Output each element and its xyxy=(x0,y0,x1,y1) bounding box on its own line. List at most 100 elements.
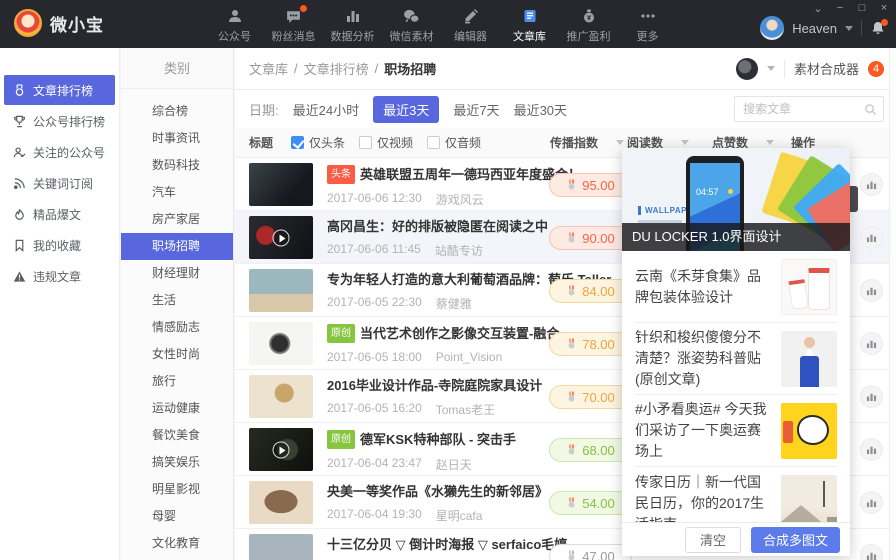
category-item-active[interactable]: 职场招聘 xyxy=(121,233,233,260)
category-item[interactable]: 旅行 xyxy=(121,368,233,395)
composer-item[interactable]: 针织和梭织傻傻分不清楚？涨姿势科普贴(原创文章) xyxy=(635,323,837,395)
username[interactable]: Heaven xyxy=(792,21,837,36)
article-title[interactable]: 德军KSK特种部队 - 突击手 xyxy=(360,431,516,448)
phone-clock: 04:57 xyxy=(696,187,719,197)
article-thumbnail xyxy=(249,375,313,418)
composer-card-cover[interactable]: WALLPAPER 04:57 DU LOCKER 1.0界面设计 xyxy=(622,148,850,251)
article-title[interactable]: 高冈昌生：好的排版被隐匿在阅读之中 xyxy=(327,218,548,235)
window-close-icon[interactable]: × xyxy=(878,2,890,15)
category-item[interactable]: 餐饮美食 xyxy=(121,422,233,449)
nav-item-monetize[interactable]: 推广盈利 xyxy=(559,7,618,44)
category-item[interactable]: 房产家居 xyxy=(121,206,233,233)
category-item[interactable]: 明星影视 xyxy=(121,476,233,503)
material-composer-panel: WALLPAPER 04:57 DU LOCKER 1.0界面设计 云南《禾芽食… xyxy=(622,148,850,556)
composer-item-title: #小矛看奥运# 今天我们采访了一下奥运赛场上 xyxy=(635,401,767,459)
user-cluster: Heaven xyxy=(760,16,888,40)
breadcrumb-ranking[interactable]: 文章排行榜 xyxy=(304,59,369,78)
category-item[interactable]: 运动健康 xyxy=(121,395,233,422)
article-author: 游戏风云 xyxy=(435,193,484,207)
view-data-button[interactable] xyxy=(860,491,883,514)
view-data-button[interactable] xyxy=(860,544,883,560)
composer-avatar[interactable] xyxy=(735,57,758,80)
category-item[interactable]: 搞笑娱乐 xyxy=(121,449,233,476)
play-icon xyxy=(272,441,290,458)
sidebar-item-keyword-subscribe[interactable]: 关键词订阅 xyxy=(4,168,115,198)
breadcrumb-library[interactable]: 文章库 xyxy=(249,59,288,78)
user-avatar[interactable] xyxy=(760,16,785,40)
wechat-icon xyxy=(403,7,421,25)
category-item[interactable]: 生活 xyxy=(121,287,233,314)
spread-score-badge: 84.00 xyxy=(549,279,632,303)
column-spread-index[interactable]: 传播指数 xyxy=(550,134,625,151)
composer-item[interactable]: 云南《禾芽食集》品牌包装体验设计 xyxy=(635,251,837,323)
category-item[interactable]: 文化教育 xyxy=(121,530,233,557)
composer-item-title: 云南《禾芽食集》品牌包装体验设计 xyxy=(635,267,761,305)
article-thumbnail xyxy=(249,216,313,259)
window-maximize-icon[interactable]: □ xyxy=(856,2,868,15)
moneybag-icon xyxy=(580,7,598,25)
nav-item-more[interactable]: 更多 xyxy=(618,7,677,44)
book-icon xyxy=(521,7,539,25)
spread-score-badge: 95.00 xyxy=(549,173,632,197)
compose-multi-article-button[interactable]: 合成多图文 xyxy=(750,526,840,553)
sidebar-item-account-ranking[interactable]: 公众号排行榜 xyxy=(4,106,115,136)
sidebar-item-my-favorites[interactable]: 我的收藏 xyxy=(4,230,115,260)
window-menu-icon[interactable]: ⌄ xyxy=(812,2,824,15)
date-option-30d[interactable]: 最近30天 xyxy=(514,100,567,119)
nav-item-wechat-material[interactable]: 微信素材 xyxy=(382,7,441,44)
category-item[interactable]: 汽车 xyxy=(121,179,233,206)
article-title[interactable]: 央美一等奖作品《水獭先生的新邻居》 xyxy=(327,483,548,500)
date-option-7d[interactable]: 最近7天 xyxy=(453,100,499,119)
clear-button[interactable]: 清空 xyxy=(684,526,741,553)
checkbox-headline-only[interactable]: 仅头条 xyxy=(291,134,345,151)
search-icon[interactable] xyxy=(864,103,877,116)
trophy-icon xyxy=(13,115,26,128)
scrollbar-track[interactable] xyxy=(889,48,896,560)
date-option-3d-active[interactable]: 最近3天 xyxy=(373,95,440,123)
nav-item-fan-messages[interactable]: 粉丝消息 xyxy=(264,5,323,44)
composer-item[interactable]: 传家日历｜新一代国民日历，你的2017生活指南 xyxy=(635,467,837,522)
chevron-down-icon[interactable] xyxy=(766,66,775,71)
composer-item-thumbnail xyxy=(781,258,837,315)
view-data-button[interactable] xyxy=(860,438,883,461)
column-title: 标题 xyxy=(249,136,274,150)
medal-icon xyxy=(568,232,575,243)
checkbox-video-only[interactable]: 仅视频 xyxy=(359,134,413,151)
checkbox-audio-only[interactable]: 仅音频 xyxy=(427,134,481,151)
article-title[interactable]: 2016毕业设计作品-寺院庭院家具设计 xyxy=(327,377,542,394)
chevron-down-icon[interactable] xyxy=(845,25,853,31)
nav-item-accounts[interactable]: 公众号 xyxy=(205,7,264,44)
window-minimize-icon[interactable]: − xyxy=(834,2,846,15)
sidebar-item-violations[interactable]: 违规文章 xyxy=(4,261,115,291)
view-data-button[interactable] xyxy=(860,226,883,249)
view-data-button[interactable] xyxy=(860,332,883,355)
category-item[interactable]: 财经理财 xyxy=(121,260,233,287)
sidebar-item-article-ranking[interactable]: 文章排行榜 xyxy=(4,75,115,105)
article-title[interactable]: 十三亿分贝 ▽ 倒计时海报 ▽ serfaico毛婷 xyxy=(327,536,567,553)
nav-item-article-library[interactable]: 文章库 xyxy=(500,7,559,44)
nav-item-analytics[interactable]: 数据分析 xyxy=(323,7,382,44)
left-sidebar: 文章排行榜 公众号排行榜 关注的公众号 关键词订阅 精品爆文 我的收藏 违规文章 xyxy=(0,48,120,560)
sidebar-item-followed-accounts[interactable]: 关注的公众号 xyxy=(4,137,115,167)
article-title[interactable]: 当代艺术创作之影像交互装置-融合 xyxy=(360,325,559,342)
category-item[interactable]: 女性时尚 xyxy=(121,341,233,368)
category-item[interactable]: 综合榜 xyxy=(121,98,233,125)
original-tag: 原创 xyxy=(327,324,355,343)
category-item[interactable]: 时事资讯 xyxy=(121,125,233,152)
date-option-24h[interactable]: 最近24小时 xyxy=(293,100,359,119)
category-item[interactable]: 数码科技 xyxy=(121,152,233,179)
breadcrumb: 文章库 / 文章排行榜 / 职场招聘 xyxy=(249,59,437,78)
nav-item-editor[interactable]: 编辑器 xyxy=(441,7,500,44)
composer-card-title: DU LOCKER 1.0界面设计 xyxy=(622,223,850,251)
category-item[interactable]: 情感励志 xyxy=(121,314,233,341)
article-title[interactable]: 英雄联盟五周年一德玛西亚年度盛会！ xyxy=(360,166,581,183)
sidebar-item-hot-articles[interactable]: 精品爆文 xyxy=(4,199,115,229)
view-data-button[interactable] xyxy=(860,173,883,196)
category-item[interactable]: 母婴 xyxy=(121,503,233,530)
view-data-button[interactable] xyxy=(860,279,883,302)
bell-icon[interactable] xyxy=(870,19,888,36)
composer-item[interactable]: #小矛看奥运# 今天我们采访了一下奥运赛场上 xyxy=(635,395,837,467)
search-input[interactable] xyxy=(743,102,864,116)
composer-button[interactable]: 素材合成器 xyxy=(794,59,859,78)
view-data-button[interactable] xyxy=(860,385,883,408)
